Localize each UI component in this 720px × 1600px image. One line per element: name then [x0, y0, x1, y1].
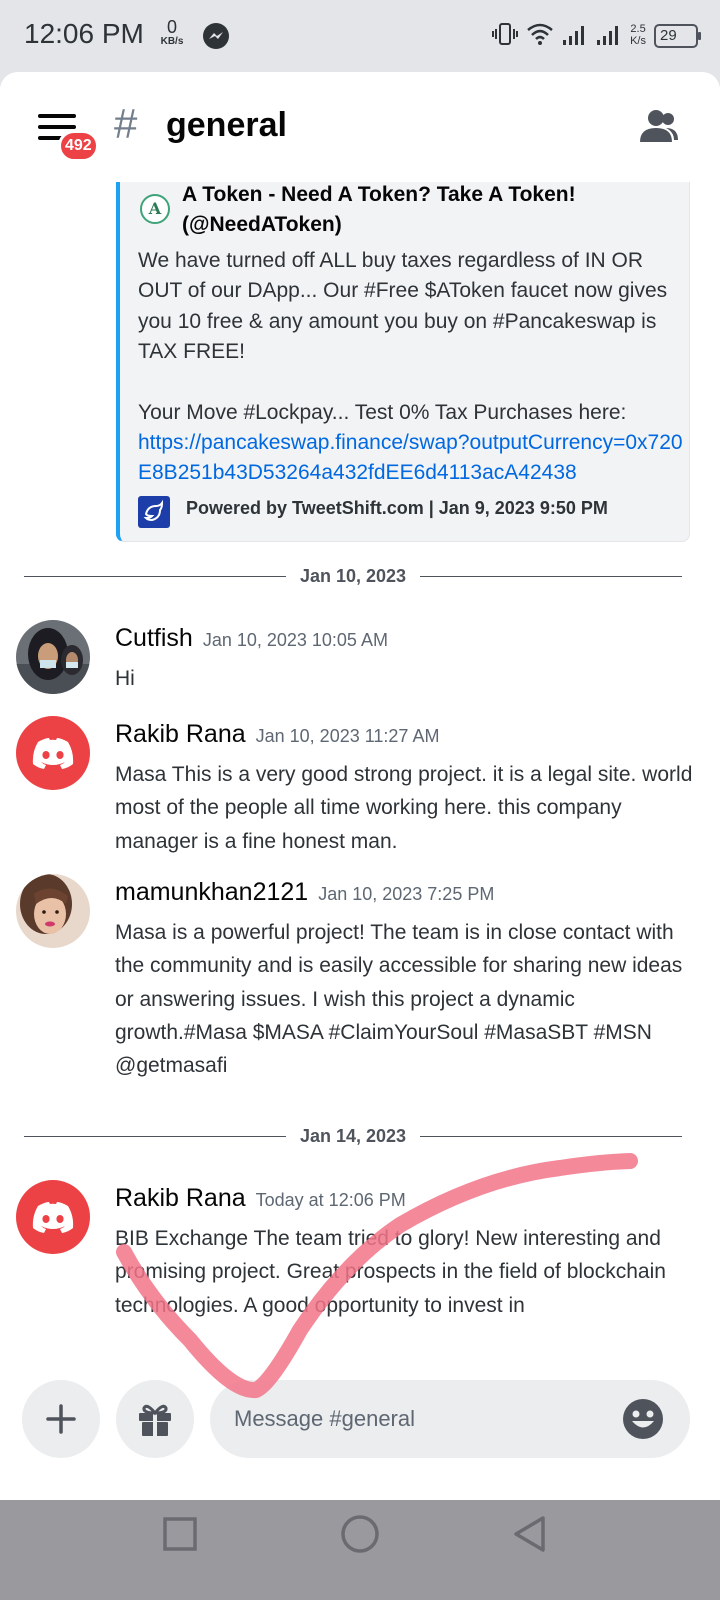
- message-input-box[interactable]: [210, 1380, 690, 1458]
- status-time: 12:06 PM: [24, 18, 144, 49]
- message-timestamp: Jan 10, 2023 7:25 PM: [318, 884, 495, 904]
- recents-button[interactable]: [148, 1502, 212, 1566]
- signal-icon-2: [596, 22, 622, 51]
- emoji-icon[interactable]: [622, 1398, 664, 1440]
- message-author[interactable]: Cutfish: [115, 624, 193, 652]
- embed-link[interactable]: https://pancakeswap.finance/swap?outputC…: [138, 428, 684, 489]
- message-text: BIB Exchange The team tried to glory! Ne…: [115, 1227, 666, 1317]
- signal-icon-1: [562, 22, 588, 51]
- message-text: Masa This is a very good strong project.…: [115, 763, 693, 853]
- message-header: Cutfish Jan 10, 2023 10:05 AM: [115, 624, 388, 653]
- embed-footer: Powered by TweetShift.com | Jan 9, 2023 …: [186, 498, 608, 518]
- net-speed: 2.5 K/s: [630, 24, 646, 47]
- chat-screen: A A Token - Need A Token? Take A Token! …: [0, 72, 720, 1500]
- message-header: mamunkhan2121 Jan 10, 2023 7:25 PM: [115, 878, 494, 907]
- date-divider-label: Jan 10, 2023: [299, 566, 407, 586]
- battery-icon: 29: [654, 24, 701, 48]
- circle-icon: [341, 1515, 379, 1553]
- wifi-icon: [526, 22, 554, 51]
- discord-logo-icon: [32, 1202, 74, 1233]
- data-rate-value: 0: [166, 17, 177, 37]
- date-divider: Jan 10, 2023: [24, 565, 682, 587]
- message-author[interactable]: Rakib Rana: [115, 1184, 246, 1212]
- home-button[interactable]: [328, 1502, 392, 1566]
- gift-icon: [139, 1404, 171, 1436]
- message-header: Rakib Rana Jan 10, 2023 11:27 AM: [115, 720, 439, 749]
- tweetshift-icon: [138, 496, 170, 528]
- battery-level: 29: [660, 27, 677, 44]
- embed-description: We have turned off ALL buy taxes regardl…: [138, 246, 684, 489]
- date-divider: Jan 14, 2023: [24, 1125, 682, 1147]
- plus-icon: [46, 1404, 76, 1434]
- message-text: Masa is a powerful project! The team is …: [115, 921, 683, 1078]
- vibrate-icon: [492, 21, 519, 52]
- avatar-rakib-rana[interactable]: [16, 716, 90, 790]
- status-bar: 12:06 PM 0 KB/s 2.5 K/s 29: [0, 0, 720, 72]
- add-attachment-button[interactable]: [22, 1380, 100, 1458]
- channel-header: 492 # general: [0, 72, 720, 182]
- data-rate: 0 KB/s: [156, 18, 188, 47]
- avatar-mamunkhan2121[interactable]: [16, 874, 90, 948]
- members-icon[interactable]: [638, 108, 680, 149]
- message-author[interactable]: Rakib Rana: [115, 720, 246, 748]
- messenger-icon: [202, 22, 230, 55]
- triangle-back-icon: [514, 1516, 545, 1552]
- embed-description-2: Your Move #Lockpay... Test 0% Tax Purcha…: [138, 400, 627, 424]
- message-author[interactable]: mamunkhan2121: [115, 878, 308, 906]
- message-text: Hi: [115, 667, 135, 690]
- tweet-embed: A A Token - Need A Token? Take A Token! …: [116, 180, 690, 542]
- message-timestamp: Jan 10, 2023 11:27 AM: [255, 726, 440, 746]
- atoken-logo-icon: A: [140, 194, 170, 224]
- message-timestamp: Today at 12:06 PM: [255, 1190, 406, 1210]
- net-speed-unit: K/s: [630, 35, 646, 47]
- channel-hash-icon: #: [114, 100, 138, 147]
- avatar-rakib-rana[interactable]: [16, 1180, 90, 1254]
- discord-logo-icon: [32, 738, 74, 769]
- message-header: Rakib Rana Today at 12:06 PM: [115, 1184, 406, 1213]
- status-right: 2.5 K/s 29: [492, 20, 701, 52]
- date-divider-label: Jan 14, 2023: [299, 1126, 407, 1146]
- message-input[interactable]: [234, 1400, 604, 1438]
- gift-button[interactable]: [116, 1380, 194, 1458]
- message-timestamp: Jan 10, 2023 10:05 AM: [202, 630, 388, 650]
- embed-description-1: We have turned off ALL buy taxes regardl…: [138, 249, 673, 364]
- mention-badge: 492: [58, 130, 99, 162]
- square-icon: [163, 1517, 197, 1551]
- avatar-cutfish[interactable]: [16, 620, 90, 694]
- embed-author[interactable]: A Token - Need A Token? Take A Token! (@…: [182, 180, 652, 240]
- back-button[interactable]: [498, 1502, 562, 1566]
- channel-name[interactable]: general: [166, 106, 287, 145]
- data-rate-unit: KB/s: [160, 36, 184, 47]
